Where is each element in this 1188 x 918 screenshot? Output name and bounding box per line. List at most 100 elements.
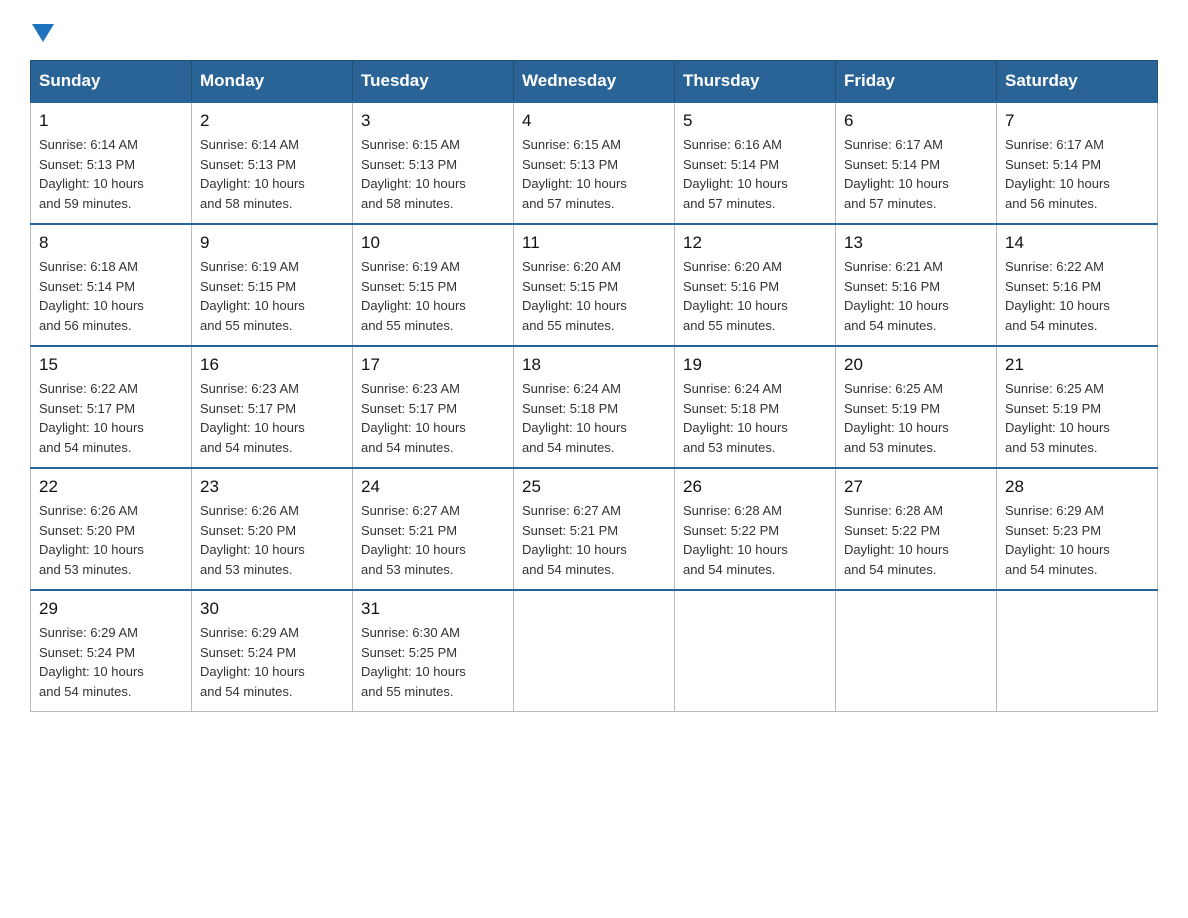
day-number: 9 [200, 233, 344, 253]
calendar-cell: 3 Sunrise: 6:15 AM Sunset: 5:13 PM Dayli… [353, 102, 514, 224]
day-number: 29 [39, 599, 183, 619]
calendar-cell: 4 Sunrise: 6:15 AM Sunset: 5:13 PM Dayli… [514, 102, 675, 224]
header-day-wednesday: Wednesday [514, 61, 675, 103]
day-number: 8 [39, 233, 183, 253]
day-number: 22 [39, 477, 183, 497]
calendar-cell: 2 Sunrise: 6:14 AM Sunset: 5:13 PM Dayli… [192, 102, 353, 224]
day-info: Sunrise: 6:15 AM Sunset: 5:13 PM Dayligh… [361, 135, 505, 213]
calendar-cell [997, 590, 1158, 712]
day-info: Sunrise: 6:24 AM Sunset: 5:18 PM Dayligh… [522, 379, 666, 457]
calendar-cell: 30 Sunrise: 6:29 AM Sunset: 5:24 PM Dayl… [192, 590, 353, 712]
calendar-cell: 9 Sunrise: 6:19 AM Sunset: 5:15 PM Dayli… [192, 224, 353, 346]
day-info: Sunrise: 6:21 AM Sunset: 5:16 PM Dayligh… [844, 257, 988, 335]
day-info: Sunrise: 6:25 AM Sunset: 5:19 PM Dayligh… [1005, 379, 1149, 457]
day-info: Sunrise: 6:25 AM Sunset: 5:19 PM Dayligh… [844, 379, 988, 457]
day-number: 7 [1005, 111, 1149, 131]
day-number: 10 [361, 233, 505, 253]
logo-line1 [30, 20, 54, 42]
day-info: Sunrise: 6:14 AM Sunset: 5:13 PM Dayligh… [39, 135, 183, 213]
calendar-cell: 15 Sunrise: 6:22 AM Sunset: 5:17 PM Dayl… [31, 346, 192, 468]
calendar-table: SundayMondayTuesdayWednesdayThursdayFrid… [30, 60, 1158, 712]
day-number: 26 [683, 477, 827, 497]
day-number: 1 [39, 111, 183, 131]
day-number: 13 [844, 233, 988, 253]
week-row-5: 29 Sunrise: 6:29 AM Sunset: 5:24 PM Dayl… [31, 590, 1158, 712]
calendar-cell: 28 Sunrise: 6:29 AM Sunset: 5:23 PM Dayl… [997, 468, 1158, 590]
day-info: Sunrise: 6:17 AM Sunset: 5:14 PM Dayligh… [844, 135, 988, 213]
calendar-cell: 17 Sunrise: 6:23 AM Sunset: 5:17 PM Dayl… [353, 346, 514, 468]
calendar-cell [836, 590, 997, 712]
day-info: Sunrise: 6:20 AM Sunset: 5:16 PM Dayligh… [683, 257, 827, 335]
header-day-thursday: Thursday [675, 61, 836, 103]
day-number: 27 [844, 477, 988, 497]
day-info: Sunrise: 6:19 AM Sunset: 5:15 PM Dayligh… [200, 257, 344, 335]
day-number: 14 [1005, 233, 1149, 253]
day-info: Sunrise: 6:15 AM Sunset: 5:13 PM Dayligh… [522, 135, 666, 213]
week-row-4: 22 Sunrise: 6:26 AM Sunset: 5:20 PM Dayl… [31, 468, 1158, 590]
day-info: Sunrise: 6:14 AM Sunset: 5:13 PM Dayligh… [200, 135, 344, 213]
calendar-cell: 31 Sunrise: 6:30 AM Sunset: 5:25 PM Dayl… [353, 590, 514, 712]
day-info: Sunrise: 6:27 AM Sunset: 5:21 PM Dayligh… [522, 501, 666, 579]
day-info: Sunrise: 6:22 AM Sunset: 5:17 PM Dayligh… [39, 379, 183, 457]
header-day-friday: Friday [836, 61, 997, 103]
header-day-tuesday: Tuesday [353, 61, 514, 103]
day-number: 11 [522, 233, 666, 253]
calendar-cell: 6 Sunrise: 6:17 AM Sunset: 5:14 PM Dayli… [836, 102, 997, 224]
calendar-cell [675, 590, 836, 712]
day-number: 17 [361, 355, 505, 375]
calendar-cell: 22 Sunrise: 6:26 AM Sunset: 5:20 PM Dayl… [31, 468, 192, 590]
calendar-cell: 1 Sunrise: 6:14 AM Sunset: 5:13 PM Dayli… [31, 102, 192, 224]
logo [30, 20, 54, 42]
day-number: 6 [844, 111, 988, 131]
header-day-saturday: Saturday [997, 61, 1158, 103]
day-info: Sunrise: 6:23 AM Sunset: 5:17 PM Dayligh… [361, 379, 505, 457]
day-number: 25 [522, 477, 666, 497]
day-number: 20 [844, 355, 988, 375]
calendar-cell [514, 590, 675, 712]
day-number: 12 [683, 233, 827, 253]
day-info: Sunrise: 6:19 AM Sunset: 5:15 PM Dayligh… [361, 257, 505, 335]
day-number: 21 [1005, 355, 1149, 375]
header-day-monday: Monday [192, 61, 353, 103]
day-number: 19 [683, 355, 827, 375]
calendar-header: SundayMondayTuesdayWednesdayThursdayFrid… [31, 61, 1158, 103]
day-info: Sunrise: 6:27 AM Sunset: 5:21 PM Dayligh… [361, 501, 505, 579]
day-info: Sunrise: 6:24 AM Sunset: 5:18 PM Dayligh… [683, 379, 827, 457]
calendar-cell: 16 Sunrise: 6:23 AM Sunset: 5:17 PM Dayl… [192, 346, 353, 468]
calendar-cell: 19 Sunrise: 6:24 AM Sunset: 5:18 PM Dayl… [675, 346, 836, 468]
page-header [30, 20, 1158, 42]
calendar-cell: 13 Sunrise: 6:21 AM Sunset: 5:16 PM Dayl… [836, 224, 997, 346]
calendar-cell: 14 Sunrise: 6:22 AM Sunset: 5:16 PM Dayl… [997, 224, 1158, 346]
day-info: Sunrise: 6:29 AM Sunset: 5:24 PM Dayligh… [39, 623, 183, 701]
calendar-cell: 8 Sunrise: 6:18 AM Sunset: 5:14 PM Dayli… [31, 224, 192, 346]
calendar-cell: 11 Sunrise: 6:20 AM Sunset: 5:15 PM Dayl… [514, 224, 675, 346]
calendar-cell: 20 Sunrise: 6:25 AM Sunset: 5:19 PM Dayl… [836, 346, 997, 468]
week-row-2: 8 Sunrise: 6:18 AM Sunset: 5:14 PM Dayli… [31, 224, 1158, 346]
calendar-body: 1 Sunrise: 6:14 AM Sunset: 5:13 PM Dayli… [31, 102, 1158, 712]
calendar-cell: 27 Sunrise: 6:28 AM Sunset: 5:22 PM Dayl… [836, 468, 997, 590]
day-info: Sunrise: 6:30 AM Sunset: 5:25 PM Dayligh… [361, 623, 505, 701]
calendar-cell: 23 Sunrise: 6:26 AM Sunset: 5:20 PM Dayl… [192, 468, 353, 590]
day-info: Sunrise: 6:22 AM Sunset: 5:16 PM Dayligh… [1005, 257, 1149, 335]
day-info: Sunrise: 6:20 AM Sunset: 5:15 PM Dayligh… [522, 257, 666, 335]
calendar-cell: 7 Sunrise: 6:17 AM Sunset: 5:14 PM Dayli… [997, 102, 1158, 224]
week-row-1: 1 Sunrise: 6:14 AM Sunset: 5:13 PM Dayli… [31, 102, 1158, 224]
day-info: Sunrise: 6:17 AM Sunset: 5:14 PM Dayligh… [1005, 135, 1149, 213]
day-number: 15 [39, 355, 183, 375]
calendar-cell: 5 Sunrise: 6:16 AM Sunset: 5:14 PM Dayli… [675, 102, 836, 224]
calendar-cell: 26 Sunrise: 6:28 AM Sunset: 5:22 PM Dayl… [675, 468, 836, 590]
calendar-cell: 12 Sunrise: 6:20 AM Sunset: 5:16 PM Dayl… [675, 224, 836, 346]
header-row: SundayMondayTuesdayWednesdayThursdayFrid… [31, 61, 1158, 103]
day-info: Sunrise: 6:28 AM Sunset: 5:22 PM Dayligh… [844, 501, 988, 579]
calendar-cell: 29 Sunrise: 6:29 AM Sunset: 5:24 PM Dayl… [31, 590, 192, 712]
day-info: Sunrise: 6:28 AM Sunset: 5:22 PM Dayligh… [683, 501, 827, 579]
day-number: 5 [683, 111, 827, 131]
day-number: 31 [361, 599, 505, 619]
day-number: 28 [1005, 477, 1149, 497]
logo-triangle-icon [32, 24, 54, 42]
day-number: 2 [200, 111, 344, 131]
day-number: 23 [200, 477, 344, 497]
day-info: Sunrise: 6:29 AM Sunset: 5:24 PM Dayligh… [200, 623, 344, 701]
day-info: Sunrise: 6:26 AM Sunset: 5:20 PM Dayligh… [39, 501, 183, 579]
day-number: 30 [200, 599, 344, 619]
